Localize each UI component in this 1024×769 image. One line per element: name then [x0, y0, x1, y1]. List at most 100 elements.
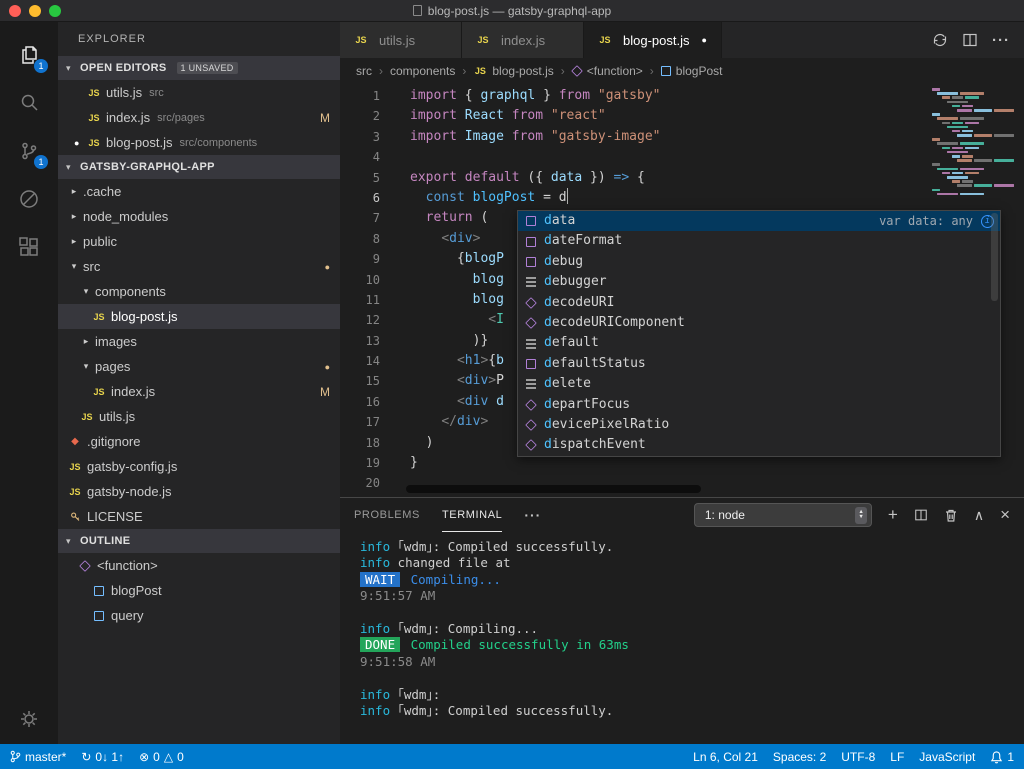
panel-more-icon[interactable]: ···	[524, 507, 541, 523]
js-file-icon: JS	[355, 35, 367, 45]
completion-item[interactable]: debug	[518, 252, 1000, 272]
indentation-status[interactable]: Spaces: 2	[773, 750, 826, 764]
extensions-activity-icon[interactable]	[5, 224, 53, 270]
outline-item[interactable]: <function>	[58, 553, 340, 578]
tab-terminal[interactable]: TERMINAL	[441, 498, 503, 532]
suggest-scrollbar[interactable]	[991, 213, 998, 301]
tree-file[interactable]: ◆ .gitignore	[58, 429, 340, 454]
completion-item[interactable]: devicePixelRatio	[518, 415, 1000, 435]
outline-item[interactable]: query	[58, 603, 340, 628]
editor-tab[interactable]: JS blog-post.js ●	[584, 22, 722, 58]
open-editors-header[interactable]: ▾ OPEN EDITORS 1 UNSAVED	[58, 56, 340, 80]
completion-item[interactable]: dispatchEvent	[518, 435, 1000, 455]
tree-folder[interactable]: ▸ .cache	[58, 179, 340, 204]
line-number: 12	[365, 313, 380, 328]
breadcrumb-item[interactable]: <function>	[570, 64, 643, 78]
tree-file[interactable]: JS gatsby-node.js	[58, 479, 340, 504]
modified-dot: ●	[324, 361, 330, 372]
editor[interactable]: 1 2 3 4 5 6 7 8 9 10 11 12 13 14 15 16 17 18 19 20 import {…	[340, 84, 1024, 497]
completion-item[interactable]: default	[518, 333, 1000, 353]
tree-folder[interactable]: ▸ public	[58, 229, 340, 254]
open-editor-item[interactable]: ● JS blog-post.js src/components	[58, 130, 340, 155]
settings-gear-icon[interactable]	[5, 696, 53, 742]
scm-badge: 1	[34, 155, 48, 169]
git-branch-status[interactable]: master*	[10, 750, 66, 764]
breadcrumb-item[interactable]: JS blog-post.js	[473, 64, 554, 78]
tab-problems[interactable]: PROBLEMS	[354, 498, 420, 532]
workspace-root-header[interactable]: ▾ GATSBY-GRAPHQL-APP	[58, 155, 340, 179]
breadcrumb-item[interactable]: src	[356, 64, 372, 78]
completion-item[interactable]: defaultStatus	[518, 354, 1000, 374]
open-editor-item[interactable]: ●JSutils.jssrc	[58, 80, 340, 105]
js-file-icon: JS	[93, 386, 105, 397]
maximize-panel-icon[interactable]: ∧	[974, 507, 984, 524]
zoom-window-button[interactable]	[49, 4, 61, 17]
search-activity-icon[interactable]	[5, 80, 53, 126]
kill-terminal-icon[interactable]	[944, 508, 958, 523]
notifications-status[interactable]: 1	[990, 750, 1014, 764]
completion-item[interactable]: decodeURIComponent	[518, 313, 1000, 333]
line-number: 16	[365, 394, 380, 409]
debug-activity-icon[interactable]	[5, 176, 53, 222]
minimap[interactable]	[932, 88, 1014, 197]
completion-item[interactable]: data var data: any i	[518, 211, 1000, 232]
line-number: 10	[365, 272, 380, 287]
completion-item[interactable]: dateFormat	[518, 231, 1000, 251]
modified-dot: ●	[324, 261, 330, 272]
line-number: 14	[365, 354, 380, 369]
tree-file[interactable]: LICENSE	[58, 504, 340, 529]
split-terminal-icon[interactable]	[914, 508, 928, 522]
completion-item[interactable]: decodeURI	[518, 293, 1000, 313]
line-number: 5	[372, 170, 380, 185]
chevron-right-icon: ▸	[71, 236, 77, 246]
editor-tab[interactable]: JS utils.js	[340, 22, 462, 58]
tree-folder[interactable]: ▸ images	[58, 329, 340, 354]
completion-item[interactable]: departFocus	[518, 395, 1000, 415]
open-editor-item[interactable]: ●JSindex.jssrc/pagesM	[58, 105, 340, 130]
tree-folder[interactable]: ▾ src ●	[58, 254, 340, 279]
modified-badge: M	[320, 110, 330, 125]
completion-item[interactable]: debugger	[518, 272, 1000, 292]
breadcrumb-item[interactable]: components	[390, 64, 455, 78]
minimize-window-button[interactable]	[29, 4, 41, 17]
tree-folder[interactable]: ▸ node_modules	[58, 204, 340, 229]
breadcrumb: src › components › JS blog-post.js › <function>…	[340, 58, 1024, 84]
eol-status[interactable]: LF	[890, 750, 904, 764]
tree-file[interactable]: JS blog-post.js	[58, 304, 340, 329]
split-editor-icon[interactable]	[962, 32, 978, 48]
encoding-status[interactable]: UTF-8	[841, 750, 875, 764]
explorer-activity-icon[interactable]: 1	[5, 32, 53, 78]
select-stepper-icon: ▲ ▼	[855, 506, 867, 524]
new-terminal-icon[interactable]: +	[888, 505, 898, 525]
tree-file[interactable]: JS gatsby-config.js	[58, 454, 340, 479]
tree-file[interactable]: JS index.js M	[58, 379, 340, 404]
editor-tab[interactable]: JS index.js	[462, 22, 584, 58]
sync-status[interactable]: ↻ 0↓ 1↑	[81, 750, 124, 764]
close-window-button[interactable]	[9, 4, 21, 17]
activity-bar: 1 1	[0, 22, 58, 744]
terminal-output[interactable]: info ｢wdm｣: Compiled successfully. info c…	[340, 532, 1024, 744]
traffic-lights	[0, 4, 61, 17]
tree-folder[interactable]: ▾ components	[58, 279, 340, 304]
language-status[interactable]: JavaScript	[919, 750, 975, 764]
js-file-icon: JS	[88, 137, 100, 148]
problems-status[interactable]: ⊗ 0 △ 0	[139, 750, 184, 764]
breadcrumb-item[interactable]: blogPost	[660, 64, 723, 78]
tabs-list: JS utils.js JS index.js JS blog-post.js ●	[340, 22, 722, 58]
branch-icon	[10, 750, 21, 763]
tree-folder[interactable]: ▾ pages ●	[58, 354, 340, 379]
breadcrumb-separator: ›	[560, 64, 565, 78]
more-actions-icon[interactable]: ···	[992, 32, 1010, 49]
outline-header[interactable]: ▾ OUTLINE	[58, 529, 340, 553]
close-panel-icon[interactable]: ×	[1000, 505, 1010, 525]
completion-kind-icon	[525, 398, 537, 411]
horizontal-scrollbar[interactable]	[406, 485, 701, 493]
tree-file[interactable]: JS utils.js	[58, 404, 340, 429]
cursor-position-status[interactable]: Ln 6, Col 21	[693, 750, 758, 764]
tab-label: blog-post.js	[623, 32, 690, 48]
source-control-activity-icon[interactable]: 1	[5, 128, 53, 174]
terminal-select[interactable]: 1: node ▲ ▼	[693, 503, 872, 527]
sync-changes-icon[interactable]	[932, 32, 948, 48]
outline-item[interactable]: blogPost	[58, 578, 340, 603]
completion-item[interactable]: delete	[518, 374, 1000, 394]
